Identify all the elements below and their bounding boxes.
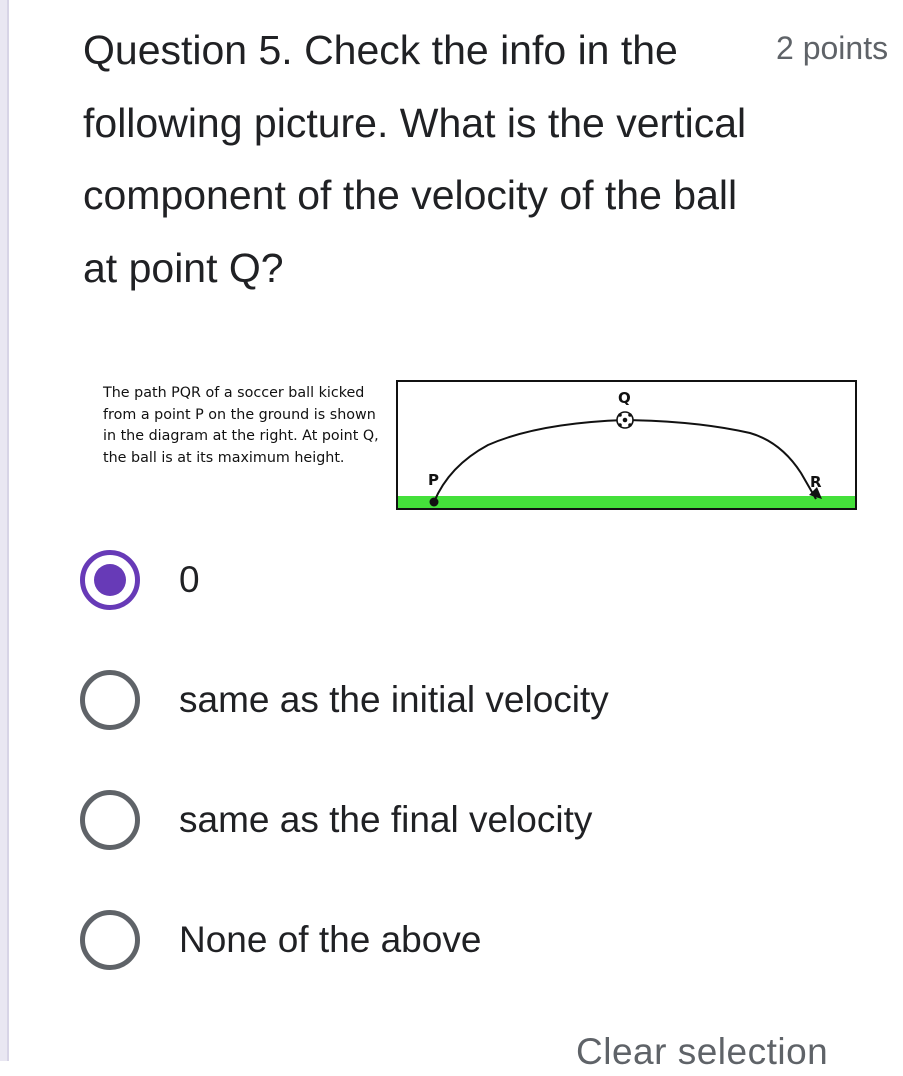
option-label: None of the above [179, 919, 482, 960]
option-label: same as the final velocity [179, 799, 593, 840]
label-r: R [810, 473, 822, 491]
form-left-rail-border [7, 0, 9, 1061]
radio-button[interactable] [80, 910, 140, 970]
points-label: 2 points [776, 30, 889, 66]
radio-selected-dot [94, 564, 126, 596]
option-none-of-the-above[interactable]: None of the above [80, 910, 840, 974]
label-p: P [428, 471, 439, 489]
radio-button[interactable] [80, 670, 140, 730]
trajectory-diagram: P Q R [396, 380, 857, 510]
option-same-as-initial-velocity[interactable]: same as the initial velocity [80, 670, 840, 734]
soccer-ball-icon [616, 411, 634, 429]
radio-button-checked[interactable] [80, 550, 140, 610]
option-same-as-final-velocity[interactable]: same as the final velocity [80, 790, 840, 854]
question-figure: The path PQR of a soccer ball kicked fro… [98, 378, 860, 514]
label-q: Q [618, 389, 631, 407]
question-title: Question 5. Check the info in the follow… [83, 27, 747, 291]
clear-selection-button[interactable]: Clear selection [576, 1028, 828, 1076]
form-left-rail [0, 0, 7, 1061]
option-label: 0 [179, 559, 200, 600]
option-label: same as the initial velocity [179, 679, 609, 720]
option-0[interactable]: 0 [80, 550, 840, 614]
ground-strip [398, 496, 855, 508]
point-p-marker [429, 497, 439, 507]
radio-button[interactable] [80, 790, 140, 850]
